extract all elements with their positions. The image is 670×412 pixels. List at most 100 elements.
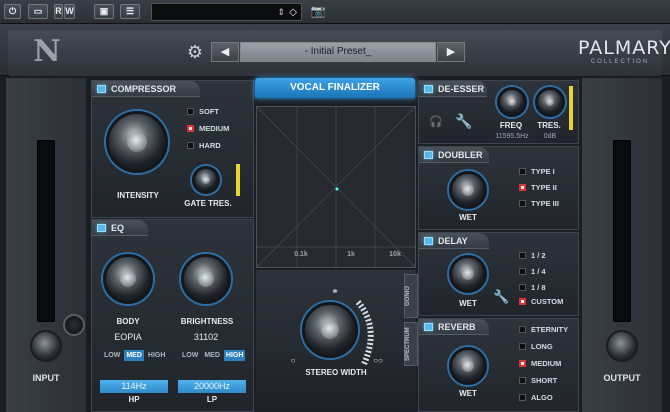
reverb-long-option[interactable]: LONG bbox=[519, 342, 553, 352]
reverb-power-led[interactable] bbox=[424, 323, 433, 331]
doubler-power-led[interactable] bbox=[424, 151, 433, 159]
brightness-high[interactable]: HIGH bbox=[223, 350, 246, 361]
nomad-logo: N bbox=[33, 34, 61, 69]
stereo-width-knob[interactable] bbox=[302, 302, 358, 358]
gate-knob[interactable] bbox=[192, 166, 220, 194]
lp-label: LP bbox=[206, 395, 218, 404]
menu-icon[interactable]: ☰ bbox=[120, 4, 140, 19]
link-icon[interactable] bbox=[63, 314, 85, 336]
compare-icon[interactable]: ▭ bbox=[28, 4, 48, 19]
reverb-short-option[interactable]: SHORT bbox=[519, 376, 557, 386]
deesser-title: DE-ESSER bbox=[438, 84, 485, 94]
stereo-width-section: ⚭ ○ ○○ STEREO WIDTH GONIO SPECTRUM bbox=[256, 270, 418, 412]
tab-gonio[interactable]: GONIO bbox=[404, 274, 418, 318]
body-high[interactable]: HIGH bbox=[146, 350, 168, 361]
compressor-header: COMPRESSOR bbox=[92, 81, 200, 97]
ab-icon[interactable]: ▣ bbox=[94, 4, 114, 19]
reverb-eternity-option[interactable]: ETERNITY bbox=[519, 325, 568, 335]
deesser-tres-knob[interactable] bbox=[535, 87, 565, 117]
brightness-low[interactable]: LOW bbox=[180, 350, 200, 361]
compressor-power-led[interactable] bbox=[97, 85, 106, 93]
compressor-hard-option[interactable]: HARD bbox=[187, 141, 221, 151]
eq-title: EQ bbox=[111, 223, 125, 233]
reverb-algo-option[interactable]: ALGO bbox=[519, 393, 553, 403]
output-panel: OUTPUT bbox=[582, 78, 662, 412]
prev-preset-button[interactable]: ◀ bbox=[211, 42, 239, 62]
doubler-wet-label: WET bbox=[459, 213, 477, 222]
input-meter bbox=[37, 140, 55, 322]
delay-wet-label: WET bbox=[459, 299, 477, 308]
reverb-medium-option[interactable]: MEDIUM bbox=[519, 359, 561, 369]
brightness-value: 31102 bbox=[193, 332, 219, 342]
wrench-icon[interactable]: 🔧 bbox=[493, 289, 509, 305]
input-knob[interactable] bbox=[30, 330, 62, 362]
brightness-band-toggle[interactable]: LOW MED HIGH bbox=[180, 350, 247, 361]
delay-custom-option[interactable]: CUSTOM bbox=[519, 297, 563, 307]
body-low[interactable]: LOW bbox=[102, 350, 122, 361]
next-preset-button[interactable]: ▶ bbox=[437, 42, 465, 62]
delay-title: DELAY bbox=[438, 236, 468, 246]
delay-wet-knob[interactable] bbox=[449, 255, 487, 293]
write-button[interactable]: W bbox=[64, 4, 75, 19]
eq-power-led[interactable] bbox=[97, 224, 106, 232]
brightness-knob[interactable] bbox=[181, 254, 231, 304]
intensity-knob[interactable] bbox=[106, 111, 168, 173]
compressor-soft-option[interactable]: SOFT bbox=[187, 107, 219, 117]
doubler-type2-option[interactable]: TYPE II bbox=[519, 183, 557, 193]
eq-header: EQ bbox=[92, 220, 148, 236]
brand-name: PALMARY bbox=[578, 37, 670, 59]
deesser-power-led[interactable] bbox=[424, 85, 433, 93]
output-knob[interactable] bbox=[606, 330, 638, 362]
hp-field[interactable]: 114Hz bbox=[100, 380, 168, 393]
doubler-type1-option[interactable]: TYPE I bbox=[519, 167, 555, 177]
preset-select[interactable]: ⇕ ◇ bbox=[151, 3, 302, 21]
doubler-section: DOUBLER WET TYPE I TYPE II TYPE III bbox=[418, 146, 579, 230]
wrench-icon[interactable]: 🔧 bbox=[455, 113, 472, 130]
freq-label-mid: 1k bbox=[347, 251, 355, 258]
doubler-header: DOUBLER bbox=[419, 147, 489, 163]
delay-quarter-option[interactable]: 1 / 4 bbox=[519, 267, 546, 277]
read-button[interactable]: R bbox=[54, 4, 63, 19]
power-icon[interactable]: ⏻ bbox=[4, 4, 21, 19]
body-label: BODY bbox=[116, 317, 140, 326]
gate-label: GATE TRES. bbox=[184, 199, 232, 208]
delay-eighth-option[interactable]: 1 / 8 bbox=[519, 283, 546, 293]
doubler-wet-knob[interactable] bbox=[449, 171, 487, 209]
body-med[interactable]: MED bbox=[124, 350, 144, 361]
deesser-section: DE-ESSER 🎧 🔧 FREQ TRES. 11595.5Hz 0dB bbox=[418, 80, 579, 144]
delay-header: DELAY bbox=[419, 233, 489, 249]
compressor-medium-option[interactable]: MEDIUM bbox=[187, 124, 229, 134]
tab-spectrum[interactable]: SPECTRUM bbox=[404, 322, 418, 366]
body-band-toggle[interactable]: LOW MED HIGH bbox=[102, 350, 169, 361]
reverb-wet-knob[interactable] bbox=[449, 347, 487, 385]
reverb-section: REVERB WET ETERNITY LONG MEDIUM SHORT AL… bbox=[418, 318, 579, 412]
input-panel: INPUT bbox=[6, 78, 86, 412]
deesser-header: DE-ESSER bbox=[419, 81, 487, 97]
deesser-tres-label: TRES. bbox=[537, 121, 561, 130]
gear-icon[interactable]: ⚙ bbox=[185, 42, 205, 62]
preset-name[interactable]: - Initial Preset_ bbox=[240, 42, 436, 62]
lp-field[interactable]: 20000Hz bbox=[178, 380, 246, 393]
intensity-label: INTENSITY bbox=[117, 191, 159, 200]
deesser-freq-knob[interactable] bbox=[497, 87, 527, 117]
doubler-type3-option[interactable]: TYPE III bbox=[519, 199, 559, 209]
brand-logo: PALMARY COLLECTION bbox=[578, 37, 670, 70]
output-meter bbox=[613, 140, 631, 322]
wide-icon: ○○ bbox=[373, 356, 383, 365]
updown-icon: ⇕ bbox=[277, 7, 285, 17]
brightness-med[interactable]: MED bbox=[202, 350, 222, 361]
delay-power-led[interactable] bbox=[424, 237, 433, 245]
brand-subtitle: COLLECTION bbox=[590, 59, 650, 65]
stereo-width-label: STEREO WIDTH bbox=[305, 368, 367, 377]
diamond-icon: ◇ bbox=[289, 7, 297, 18]
headphones-icon[interactable]: 🎧 bbox=[429, 115, 443, 128]
body-value: EOPIA bbox=[114, 332, 142, 342]
doubler-title: DOUBLER bbox=[438, 150, 483, 160]
body-knob[interactable] bbox=[103, 254, 153, 304]
plugin-title: VOCAL FINALIZER bbox=[255, 78, 415, 98]
link-ring-icon: ⚭ bbox=[331, 286, 339, 296]
delay-half-option[interactable]: 1 / 2 bbox=[519, 251, 546, 261]
host-toolbar: ⏻ ▭ R W ▣ ☰ ⇕ ◇ 📷 bbox=[0, 0, 670, 24]
reverb-title: REVERB bbox=[438, 322, 476, 332]
camera-icon[interactable]: 📷 bbox=[309, 4, 327, 18]
